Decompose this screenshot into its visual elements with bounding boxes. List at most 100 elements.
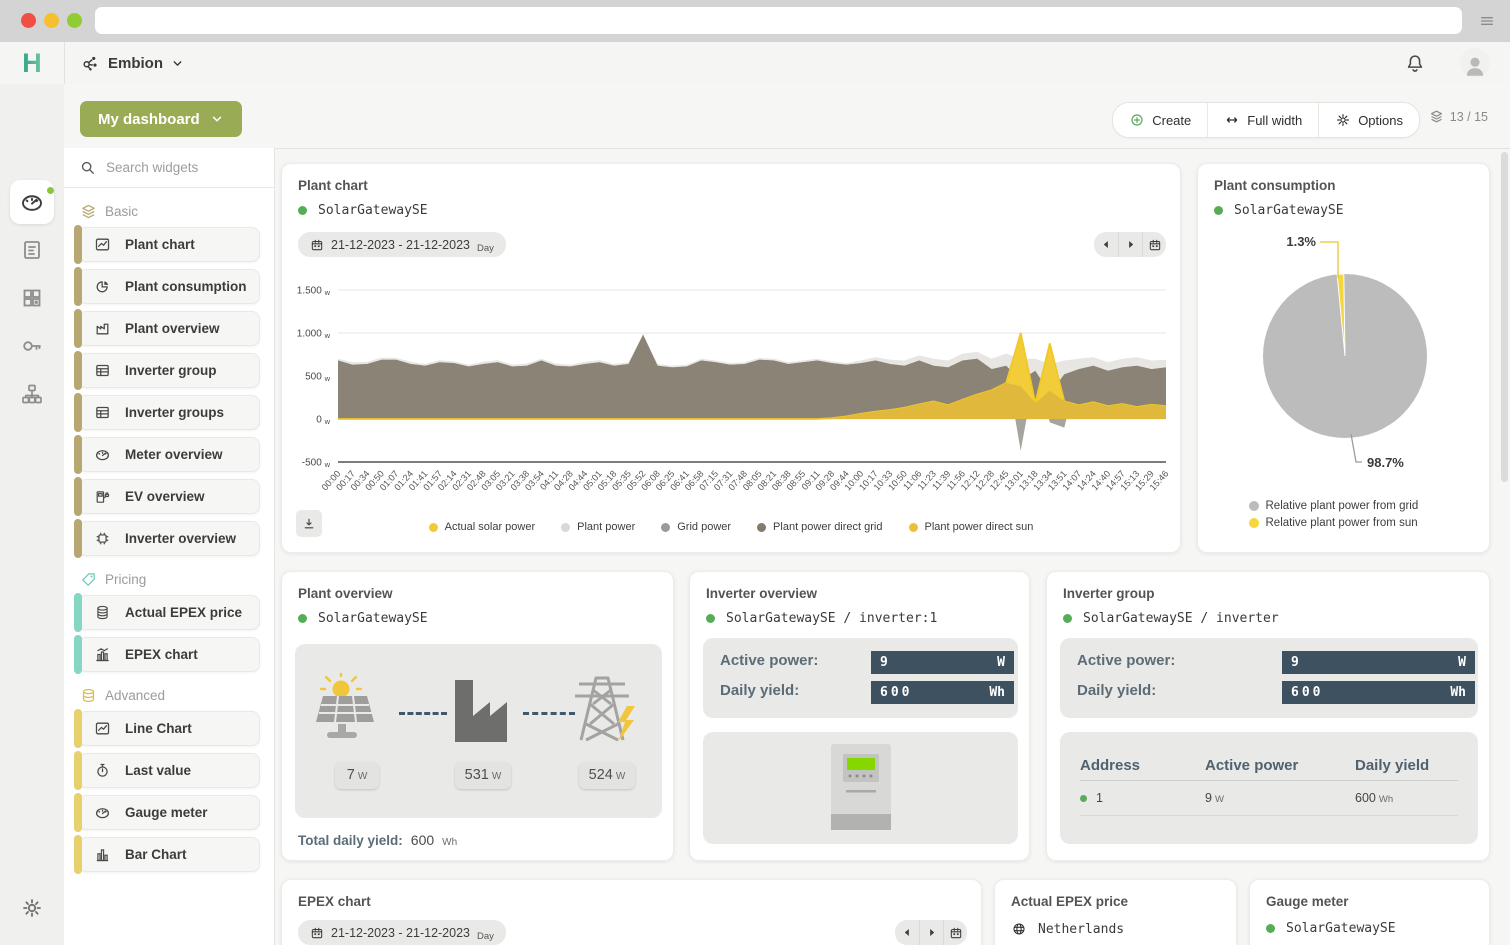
drag-accent <box>74 309 82 348</box>
factory-icon <box>441 674 525 746</box>
widget-title: Gauge meter <box>1266 894 1349 909</box>
value: 524 <box>589 767 613 783</box>
widget-item-bar-chart[interactable]: Bar Chart <box>78 837 260 872</box>
widget-item-plant-overview[interactable]: Plant overview <box>78 311 260 346</box>
options-button[interactable]: Options <box>1318 103 1419 137</box>
nav-documents[interactable] <box>20 238 44 262</box>
widget-item-label: Inverter groups <box>125 405 224 420</box>
legend-dot <box>561 523 570 532</box>
solar-power-value: 7 W <box>335 762 379 789</box>
value: 9 <box>880 655 891 670</box>
nav-access-keys[interactable] <box>20 334 44 358</box>
unit: W <box>492 771 501 782</box>
app-logo[interactable]: H <box>0 42 65 84</box>
date-calendar-button[interactable] <box>943 920 967 945</box>
widget-item-label: Inverter overview <box>125 531 236 546</box>
nav-widgets-grid[interactable] <box>20 286 44 310</box>
section-header-pricing: Pricing <box>80 571 274 588</box>
legend-item-actual-solar-power[interactable]: Actual solar power <box>429 521 536 533</box>
legend-item-grid-power[interactable]: Grid power <box>661 521 731 533</box>
date-prev-button[interactable] <box>1094 232 1118 257</box>
notifications-bell-icon[interactable] <box>1404 52 1426 74</box>
status-dot <box>1214 206 1223 215</box>
gear-icon <box>1335 112 1351 128</box>
widget-item-inverter-overview[interactable]: Inverter overview <box>78 521 260 556</box>
browser-menu-icon[interactable] <box>1478 13 1496 29</box>
legend-dot <box>757 523 766 532</box>
traffic-light-maximize[interactable] <box>67 13 82 28</box>
legend-label: Relative plant power from grid <box>1266 500 1419 512</box>
date-nav-group <box>895 920 967 945</box>
widget-item-label: Plant overview <box>125 321 220 336</box>
date-next-button[interactable] <box>919 920 943 945</box>
value: 531 <box>465 767 489 783</box>
legend-item-plant-power-direct-sun[interactable]: Plant power direct sun <box>909 521 1034 533</box>
widget-item-label: Meter overview <box>125 447 223 462</box>
workspace-switcher[interactable]: Embion <box>80 42 184 84</box>
date-range-picker[interactable]: 21-12-2023 - 21-12-2023 Day <box>298 920 506 945</box>
traffic-light-minimize[interactable] <box>44 13 59 28</box>
legend-item-relative-plant-power-from-grid[interactable]: Relative plant power from grid <box>1249 500 1439 512</box>
create-button[interactable]: Create <box>1113 103 1207 137</box>
widget-gauge-meter: Gauge meter SolarGatewaySE <box>1249 879 1490 945</box>
date-prev-button[interactable] <box>895 920 919 945</box>
nav-dashboard[interactable] <box>10 180 54 224</box>
unit: W <box>358 771 367 782</box>
value: 9 <box>1291 655 1302 670</box>
user-avatar[interactable] <box>1460 48 1490 78</box>
legend-item-plant-power[interactable]: Plant power <box>561 521 635 533</box>
dashboard-selector-button[interactable]: My dashboard <box>80 101 242 137</box>
value: 600 <box>880 685 912 700</box>
legend-label: Actual solar power <box>445 521 536 533</box>
daily-yield-box: 600 Wh <box>871 681 1014 704</box>
url-bar[interactable] <box>95 7 1462 34</box>
cell-daily-yield: 600Wh <box>1355 791 1458 805</box>
plant-chart-plot[interactable]: 1.500 w1.000 w500 w0 w-500 w00:0000:1700… <box>288 276 1172 528</box>
solar-panel-icon <box>311 672 397 746</box>
factory-icon <box>94 320 111 337</box>
widget-item-ev-overview[interactable]: EV overview <box>78 479 260 514</box>
widget-count-indicator: 13 / 15 <box>1429 109 1488 124</box>
date-calendar-button[interactable] <box>1142 232 1166 257</box>
globe-icon <box>1011 921 1027 937</box>
widget-item-actual-epex-price[interactable]: Actual EPEX price <box>78 595 260 630</box>
scrollbar-thumb[interactable] <box>1501 152 1508 482</box>
legend-item-plant-power-direct-grid[interactable]: Plant power direct grid <box>757 521 882 533</box>
legend-label: Plant power direct grid <box>773 521 882 533</box>
widget-item-inverter-groups[interactable]: Inverter groups <box>78 395 260 430</box>
svg-text:-500 w: -500 w <box>302 458 331 470</box>
daily-yield-box: 600 Wh <box>1282 681 1475 704</box>
widget-item-plant-consumption[interactable]: Plant consumption <box>78 269 260 304</box>
status-dot <box>1080 795 1087 802</box>
page-scrollbar[interactable] <box>1501 152 1508 941</box>
widget-item-epex-chart[interactable]: EPEX chart <box>78 637 260 672</box>
widget-item-meter-overview[interactable]: Meter overview <box>78 437 260 472</box>
drag-accent <box>74 709 82 748</box>
search-input[interactable] <box>104 159 258 176</box>
svg-text:1.000 w: 1.000 w <box>297 329 331 341</box>
unit: W <box>997 655 1005 670</box>
date-nav-group <box>1094 232 1166 257</box>
date-next-button[interactable] <box>1118 232 1142 257</box>
widget-item-label: Plant consumption <box>125 279 247 294</box>
legend-label: Plant power <box>577 521 635 533</box>
legend-item-relative-plant-power-from-sun[interactable]: Relative plant power from sun <box>1249 517 1439 529</box>
widget-item-line-chart[interactable]: Line Chart <box>78 711 260 746</box>
plant-power-value: 531 W <box>455 762 511 789</box>
date-range-picker[interactable]: 21-12-2023 - 21-12-2023 Day <box>298 232 506 257</box>
col-daily-yield: Daily yield <box>1355 757 1458 774</box>
widget-item-plant-chart[interactable]: Plant chart <box>78 227 260 262</box>
widget-item-last-value[interactable]: Last value <box>78 753 260 788</box>
active-power-box: 9 W <box>1282 651 1475 674</box>
nav-sitemap[interactable] <box>20 382 44 406</box>
nav-settings-gear[interactable] <box>20 896 44 920</box>
drag-accent <box>74 751 82 790</box>
full-width-button[interactable]: Full width <box>1207 103 1318 137</box>
consumption-pie-chart[interactable]: 1.3% 98.7% <box>1198 222 1491 492</box>
widget-item-inverter-group[interactable]: Inverter group <box>78 353 260 388</box>
svg-text:0 w: 0 w <box>316 415 330 427</box>
widget-item-gauge-meter[interactable]: Gauge meter <box>78 795 260 830</box>
dashboard-name: My dashboard <box>98 111 200 128</box>
traffic-light-close[interactable] <box>21 13 36 28</box>
status-dot <box>1266 924 1275 933</box>
